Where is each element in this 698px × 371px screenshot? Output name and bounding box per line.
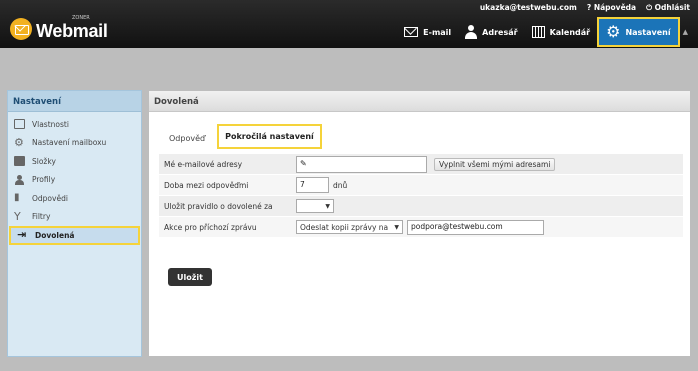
power-icon: ⏻ [646, 3, 653, 12]
vacation-form: Mé e-mailové adresy ✎ Vyplnit všemi mými… [159, 154, 683, 238]
save-rule-select[interactable]: ▼ [296, 199, 334, 213]
sidebar-item-label: Filtry [32, 212, 51, 222]
tab-advanced-settings[interactable]: Pokročilá nastavení [217, 124, 322, 149]
user-links: ukazka@testwebu.com ? Nápověda ⏻ Odhlási… [480, 3, 690, 13]
mail-icon [404, 27, 419, 37]
interval-unit: dnů [333, 180, 348, 190]
vacation-panel: Dovolená Odpověď Pokročilá nastavení Mé … [148, 90, 691, 357]
nav-contacts[interactable]: Adresář [458, 17, 524, 47]
top-bar: ZONER Webmail ukazka@testwebu.com ? Nápo… [0, 0, 698, 48]
nav-email[interactable]: E-mail [397, 17, 458, 47]
gear-icon: ⚙ [14, 135, 24, 149]
sidebar-item-profiles[interactable]: Profily [8, 171, 141, 190]
sidebar-item-folders[interactable]: Složky [8, 152, 141, 171]
sidebar-item-label: Nastavení mailboxu [32, 138, 107, 148]
incoming-target-input[interactable]: podpora@testwebu.com [407, 219, 544, 235]
profile-icon [14, 174, 25, 185]
logout-label: Odhlásit [654, 3, 690, 12]
sidebar-item-replies[interactable]: ▮ Odpovědi [8, 189, 141, 208]
tab-reply[interactable]: Odpověď [161, 128, 213, 149]
sidebar-item-vacation[interactable]: ⇥ Dovolená [9, 226, 140, 245]
form-row-addresses: Mé e-mailové adresy ✎ Vyplnit všemi mými… [159, 154, 683, 175]
nav-calendar[interactable]: Kalendář [525, 17, 598, 47]
monitor-icon [14, 119, 25, 130]
sidebar-item-properties[interactable]: Vlastnosti [8, 115, 141, 134]
address-book-icon: ✎ [300, 158, 307, 168]
question-icon: ? [586, 3, 592, 12]
sidebar-item-mailbox-settings[interactable]: ⚙ Nastavení mailboxu [8, 134, 141, 153]
logout-link[interactable]: ⏻ Odhlásit [646, 3, 690, 13]
nav-contacts-label: Adresář [482, 27, 518, 37]
save-rule-label: Uložit pravidlo o dovolené za [164, 201, 273, 211]
reply-icon: ▮ [14, 192, 20, 204]
sidebar-item-label: Dovolená [35, 230, 75, 240]
settings-sidebar: Nastavení Vlastnosti ⚙ Nastavení mailbox… [7, 90, 142, 357]
sidebar-title: Nastavení [8, 91, 141, 112]
sidebar-item-label: Odpovědi [32, 193, 68, 203]
interval-input[interactable]: 7 [296, 177, 329, 193]
form-row-save-rule: Uložit pravidlo o dovolené za ▼ [159, 196, 683, 217]
panel-title: Dovolená [149, 91, 690, 112]
sidebar-item-label: Profily [32, 175, 56, 185]
person-icon [465, 25, 478, 39]
sidebar-item-label: Složky [32, 156, 56, 166]
incoming-label: Akce pro příchozí zprávu [164, 222, 257, 232]
fill-all-addresses-button[interactable]: Vyplnit všemi mými adresami [434, 157, 556, 171]
envelope-logo-icon [10, 18, 32, 40]
calendar-icon [531, 26, 545, 38]
addresses-label: Mé e-mailové adresy [164, 159, 243, 169]
form-row-interval: Doba mezi odpověďmi 7 dnů [159, 175, 683, 196]
interval-label: Doba mezi odpověďmi [164, 180, 249, 190]
help-label: Nápověda [593, 3, 637, 12]
gear-icon: ⚙ [606, 22, 621, 41]
save-button[interactable]: Uložit [168, 268, 212, 286]
sidebar-item-label: Vlastnosti [32, 119, 69, 129]
logo-text: Webmail [36, 21, 108, 41]
sidebar-list: Vlastnosti ⚙ Nastavení mailboxu Složky P… [8, 112, 141, 245]
nav-settings-label: Nastavení [625, 27, 671, 37]
sidebar-item-filters[interactable]: Y Filtry [8, 208, 141, 227]
collapse-arrow-icon[interactable]: ▲ [683, 28, 688, 36]
help-link[interactable]: ? Nápověda [587, 3, 636, 13]
tab-bar: Odpověď Pokročilá nastavení [161, 124, 322, 149]
dropdown-caret-icon: ▼ [394, 223, 399, 231]
filter-icon: Y [14, 209, 21, 223]
main-nav: E-mail Adresář Kalendář ⚙ Nastavení ▲ [397, 17, 688, 47]
folder-icon [14, 156, 25, 167]
dropdown-caret-icon: ▼ [325, 202, 330, 210]
account-link[interactable]: ukazka@testwebu.com [480, 3, 577, 13]
form-row-incoming: Akce pro příchozí zprávu Odeslat kopii z… [159, 217, 683, 238]
incoming-action-select[interactable]: Odeslat kopii zprávy na ▼ [296, 220, 403, 234]
nav-calendar-label: Kalendář [549, 27, 591, 37]
nav-settings[interactable]: ⚙ Nastavení [597, 17, 680, 47]
addresses-field[interactable]: ✎ [296, 155, 427, 173]
incoming-action-value: Odeslat kopii zprávy na [300, 222, 389, 232]
leave-icon: ⇥ [17, 228, 27, 242]
nav-email-label: E-mail [423, 27, 452, 37]
